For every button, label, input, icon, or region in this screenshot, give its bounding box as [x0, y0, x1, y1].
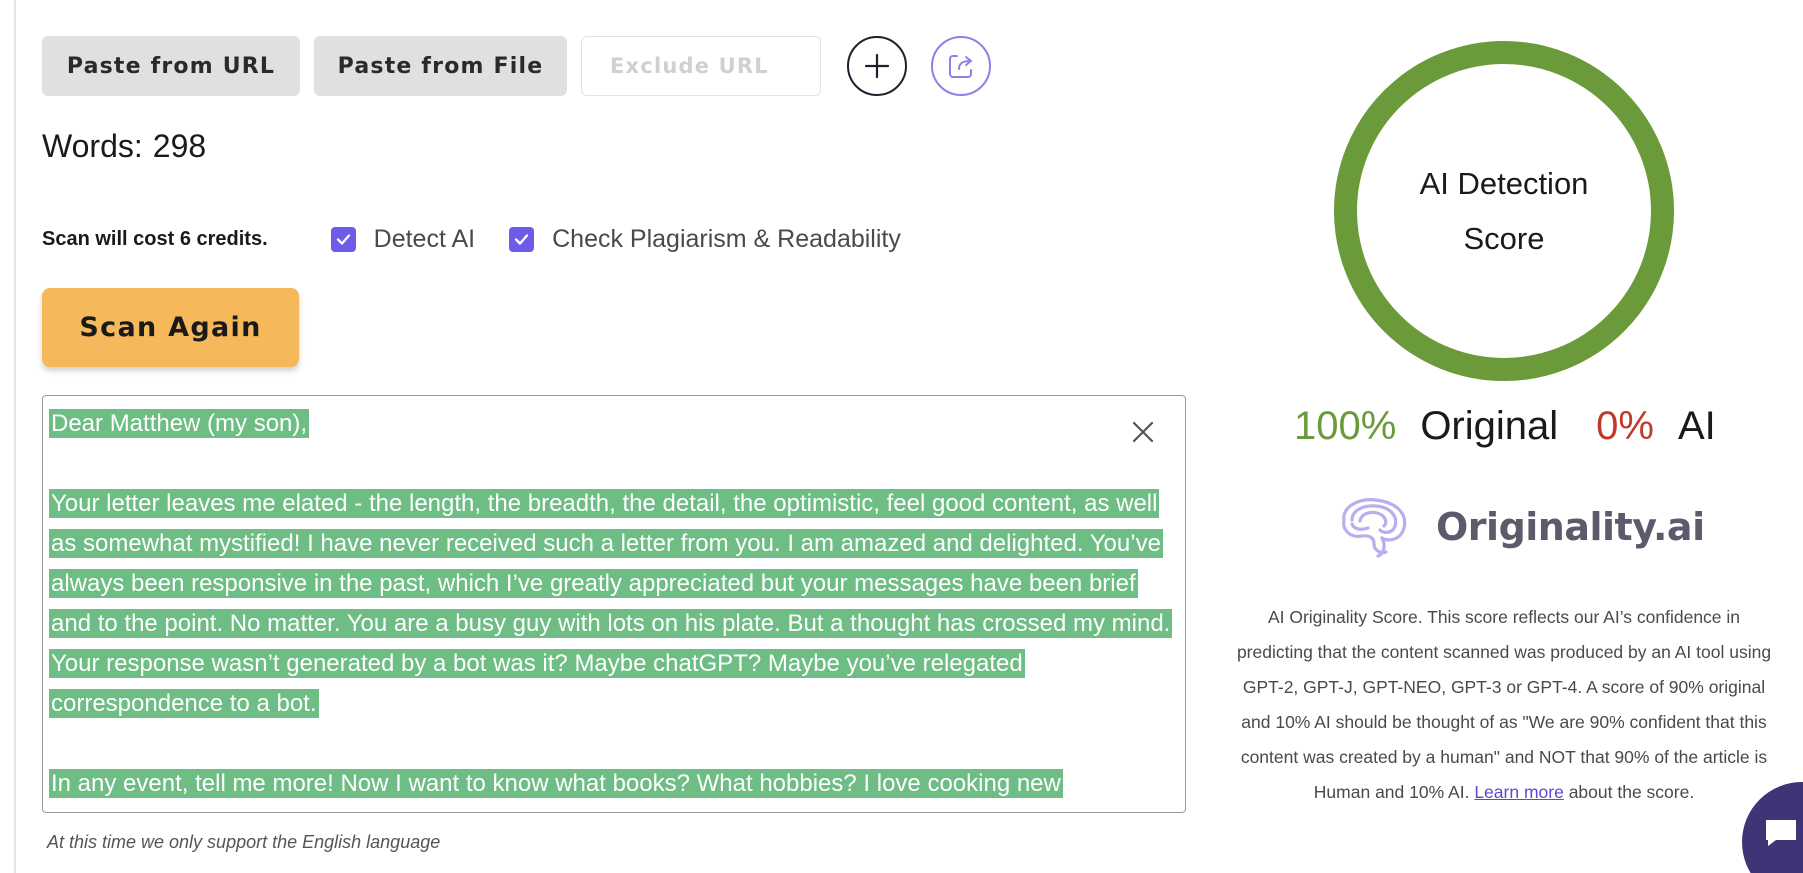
- explanation-tail: about the score.: [1563, 782, 1695, 802]
- original-percent: 100%: [1294, 404, 1397, 448]
- scan-cost-text: Scan will cost 6 credits.: [42, 227, 268, 250]
- plagiarism-option[interactable]: Check Plagiarism & Readability: [509, 225, 901, 254]
- exclude-url-input[interactable]: [581, 36, 821, 96]
- left-divider: [14, 0, 16, 873]
- content-textarea[interactable]: Dear Matthew (my son), Your letter leave…: [42, 395, 1186, 813]
- checkmark-icon: [336, 233, 350, 245]
- close-icon: [1132, 421, 1154, 443]
- page: Paste from URL Paste from File Words: 29…: [0, 0, 1803, 873]
- brand-logo: Originality.ai: [1334, 492, 1705, 562]
- add-button[interactable]: [847, 36, 907, 96]
- highlighted-text: In any event, tell me more! Now I want t…: [49, 769, 1063, 798]
- plagiarism-label: Check Plagiarism & Readability: [552, 224, 901, 253]
- plagiarism-checkbox[interactable]: [509, 226, 535, 252]
- scan-again-button[interactable]: Scan Again: [42, 288, 299, 367]
- ai-detection-score-ring: AI Detection Score: [1334, 41, 1674, 381]
- explanation-text: AI Originality Score. This score reflect…: [1236, 607, 1772, 802]
- share-export-icon: [949, 55, 972, 78]
- share-button[interactable]: [931, 36, 991, 96]
- ai-percent: 0%: [1596, 404, 1654, 448]
- score-summary: 100% Original 0% AI: [1294, 404, 1716, 449]
- highlighted-text: Your letter leaves me elated - the lengt…: [49, 489, 1173, 718]
- word-count-label: Words:: [42, 128, 143, 164]
- checkmark-icon: [514, 233, 529, 245]
- language-notice: At this time we only support the English…: [47, 832, 441, 852]
- clear-text-button[interactable]: [1127, 416, 1159, 448]
- score-explanation: AI Originality Score. This score reflect…: [1232, 600, 1776, 810]
- ai-detection-score-label: AI Detection Score: [1419, 166, 1589, 256]
- brain-logo-icon: [1342, 498, 1407, 558]
- detect-ai-label: Detect AI: [373, 224, 476, 253]
- plus-icon: [864, 53, 890, 79]
- paste-from-url-button[interactable]: Paste from URL: [42, 36, 300, 96]
- paste-from-file-button[interactable]: Paste from File: [314, 36, 567, 96]
- highlighted-text: Dear Matthew (my son),: [49, 409, 310, 438]
- chat-icon: [1766, 820, 1796, 846]
- word-count: Words: 298: [42, 128, 206, 165]
- brand-name: Originality.ai: [1436, 505, 1705, 549]
- content-paragraph: Dear Matthew (my son),: [49, 404, 1179, 444]
- learn-more-link[interactable]: Learn more: [1474, 782, 1564, 802]
- detect-ai-option[interactable]: Detect AI: [330, 224, 476, 254]
- word-count-value: 298: [152, 128, 207, 164]
- ai-label: AI: [1677, 404, 1716, 448]
- content-paragraph: Your letter leaves me elated - the lengt…: [49, 484, 1179, 724]
- content-text: Dear Matthew (my son), Your letter leave…: [49, 404, 1179, 812]
- input-toolbar: Paste from URL Paste from File: [42, 36, 991, 96]
- content-paragraph: In any event, tell me more! Now I want t…: [49, 764, 1179, 804]
- scan-options-row: Scan will cost 6 credits. Detect AI Chec…: [42, 222, 901, 256]
- detect-ai-checkbox[interactable]: [330, 226, 356, 252]
- original-label: Original: [1420, 404, 1559, 448]
